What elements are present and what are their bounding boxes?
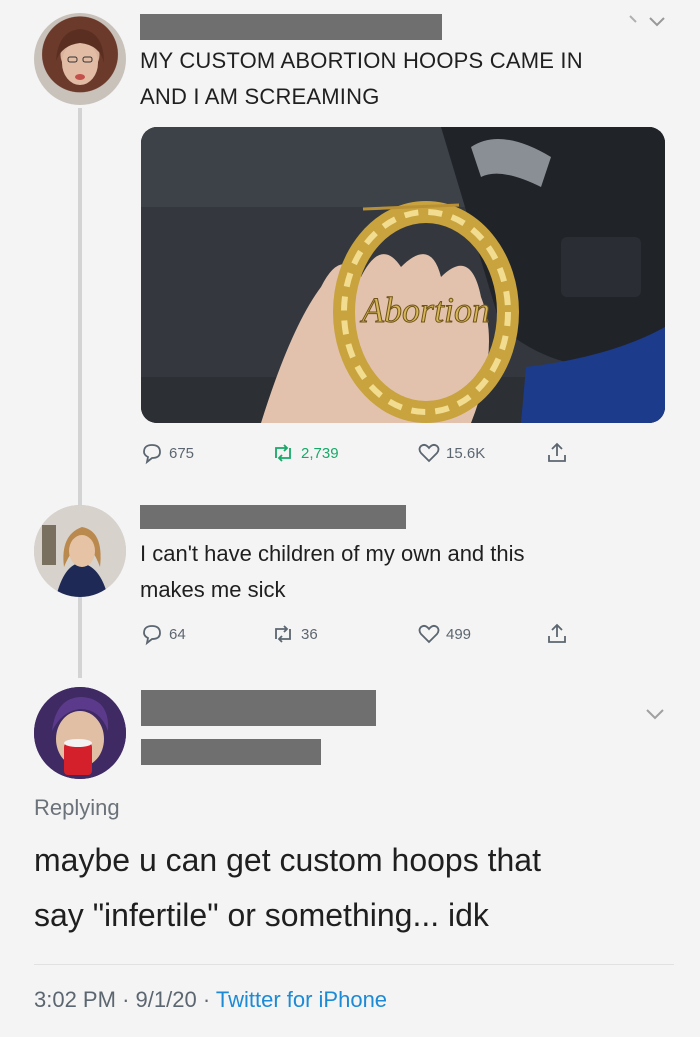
retweet-icon — [275, 625, 291, 643]
like-icon — [418, 443, 440, 463]
retweet-button[interactable]: 2,739 — [270, 441, 339, 465]
retweet-button[interactable]: 36 — [270, 622, 318, 646]
reply-button[interactable]: 675 — [140, 441, 194, 465]
like-count: 15.6K — [446, 444, 486, 462]
redacted-handle — [141, 739, 321, 765]
reply-icon — [143, 444, 161, 465]
avatar[interactable] — [34, 505, 126, 597]
earring-photo: Abortion — [141, 127, 665, 423]
redacted-username — [140, 505, 406, 529]
tweet-text-line: MY CUSTOM ABORTION HOOPS CAME IN — [140, 48, 583, 73]
reply-count: 675 — [169, 444, 195, 462]
tweet-text-line: say "infertile" or something... idk — [34, 897, 489, 933]
redacted-username — [141, 690, 376, 726]
share-icon — [548, 623, 566, 643]
retweet-count: 2,739 — [301, 444, 339, 462]
tweet-timestamp: 3:02 PM · 9/1/20 · Twitter for iPhone — [34, 987, 387, 1013]
like-button[interactable]: 499 — [417, 622, 471, 646]
chevron-down-icon[interactable] — [644, 706, 666, 722]
earring-script-text: Abortion — [360, 290, 490, 330]
reply-button[interactable]: 64 — [140, 622, 186, 646]
avatar-photo — [34, 687, 126, 779]
like-icon — [418, 624, 440, 644]
avatar-photo — [56, 29, 104, 85]
tweet-text-line: maybe u can get custom hoops that — [34, 842, 541, 878]
tweet-text-line: AND I AM SCREAMING — [140, 84, 380, 109]
reply-count: 64 — [169, 625, 186, 643]
separator: · — [122, 987, 130, 1012]
retweet-icon — [275, 444, 291, 462]
tweet-media-image[interactable]: Abortion — [141, 127, 665, 423]
chevron-down-icon[interactable] — [626, 10, 666, 32]
share-icon — [548, 442, 566, 462]
separator: · — [202, 987, 211, 1012]
like-button[interactable]: 15.6K — [417, 441, 485, 465]
share-button[interactable] — [545, 622, 569, 646]
avatar[interactable] — [34, 687, 126, 779]
tweet-text-line: makes me sick — [140, 577, 286, 602]
reply-icon — [143, 625, 161, 646]
divider — [34, 964, 674, 965]
avatar-photo — [34, 505, 126, 597]
tweet-actions: 675 2,739 15.6K — [140, 441, 610, 467]
replying-to-label: Replying — [34, 795, 120, 820]
retweet-count: 36 — [301, 625, 318, 643]
tweet-text-line: I can't have children of my own and this — [140, 541, 525, 566]
tweet-time: 3:02 PM — [34, 987, 116, 1012]
tweet-source-link[interactable]: Twitter for iPhone — [216, 987, 387, 1012]
tweet-date: 9/1/20 — [135, 987, 197, 1012]
redacted-username — [140, 14, 442, 40]
like-count: 499 — [446, 625, 472, 643]
avatar[interactable] — [34, 13, 126, 105]
share-button[interactable] — [545, 441, 569, 465]
tweet-actions: 64 36 499 — [140, 622, 610, 648]
